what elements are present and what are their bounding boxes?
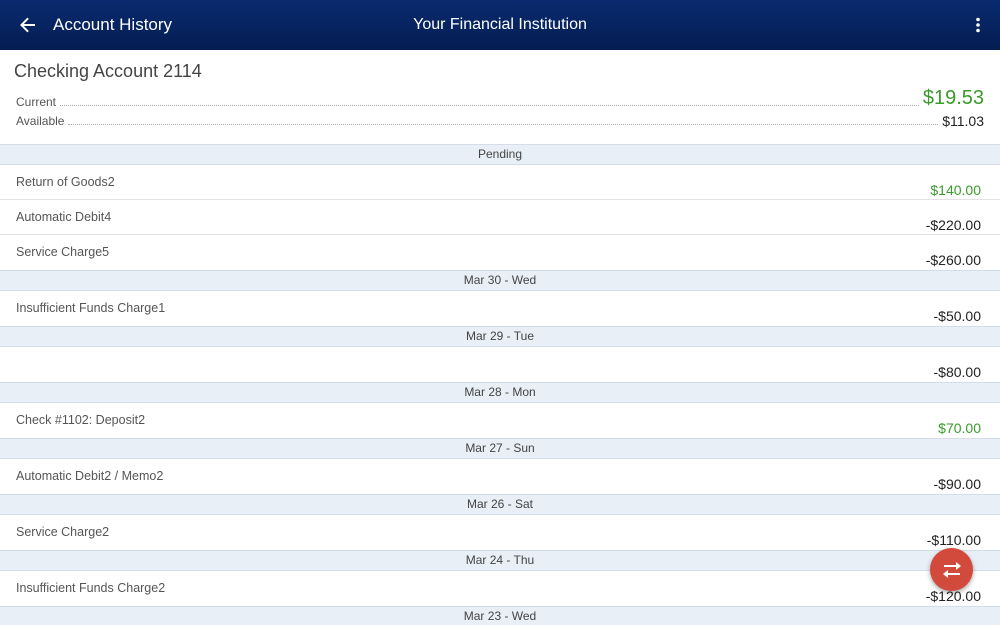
section-header: Mar 30 - Wed xyxy=(0,270,1000,291)
transfer-button[interactable] xyxy=(930,548,973,591)
transaction-row[interactable]: Automatic Debit2 / Memo2 -$90.00 xyxy=(0,459,1000,494)
transaction-amount: -$80.00 xyxy=(933,364,981,380)
transaction-amount: -$260.00 xyxy=(925,252,981,268)
available-balance: $11.03 xyxy=(942,113,984,129)
section-header: Mar 26 - Sat xyxy=(0,494,1000,515)
account-name: Checking Account 2114 xyxy=(14,61,202,81)
transaction-row[interactable]: Return of Goods2 $140.00 xyxy=(0,165,1000,200)
transaction-row[interactable]: Insufficient Funds Charge2 -$120.00 xyxy=(0,571,1000,606)
app-bar: Account History Your Financial Instituti… xyxy=(0,0,1000,50)
transaction-row[interactable]: Insufficient Funds Charge1 -$50.00 xyxy=(0,291,1000,326)
transaction-description: Check #1102: Deposit2 xyxy=(16,413,146,427)
more-vertical-icon xyxy=(976,17,980,33)
transaction-amount: -$90.00 xyxy=(933,476,981,492)
transaction-description: Insufficient Funds Charge1 xyxy=(16,301,166,315)
current-balance: $19.53 xyxy=(922,87,984,109)
transaction-amount: -$50.00 xyxy=(933,308,981,324)
transaction-row[interactable]: -$80.00 xyxy=(0,347,1000,382)
transaction-amount: $70.00 xyxy=(938,420,981,436)
section-header: Mar 24 - Thu xyxy=(0,550,1000,571)
transaction-description: Return of Goods2 xyxy=(16,175,115,189)
available-balance-row: Available $11.03 xyxy=(16,113,984,129)
section-header: Mar 23 - Wed xyxy=(0,606,1000,625)
transaction-description: Insufficient Funds Charge2 xyxy=(16,581,166,595)
transaction-row[interactable]: Service Charge5 -$260.00 xyxy=(0,235,1000,270)
arrow-left-icon xyxy=(20,17,35,33)
back-button[interactable] xyxy=(14,11,42,39)
more-options-button[interactable] xyxy=(964,11,992,39)
dotted-leader xyxy=(60,105,919,106)
section-header: Mar 28 - Mon xyxy=(0,382,1000,403)
transaction-row[interactable]: Service Charge2 -$110.00 xyxy=(0,515,1000,550)
transaction-description: Automatic Debit4 xyxy=(16,210,112,224)
transaction-description: Automatic Debit2 / Memo2 xyxy=(16,469,164,483)
transaction-list[interactable]: Pending Return of Goods2 $140.00 Automat… xyxy=(0,144,1000,625)
section-header: Mar 27 - Sun xyxy=(0,438,1000,459)
transaction-amount: -$220.00 xyxy=(925,217,981,233)
transaction-amount: $140.00 xyxy=(930,182,981,198)
available-label: Available xyxy=(16,114,65,128)
current-balance-row: Current $19.53 xyxy=(16,87,984,110)
transaction-amount: -$110.00 xyxy=(926,532,981,548)
transaction-description: Service Charge5 xyxy=(16,245,110,259)
transaction-row[interactable]: Check #1102: Deposit2 $70.00 xyxy=(0,403,1000,438)
section-header: Mar 29 - Tue xyxy=(0,326,1000,347)
dotted-leader xyxy=(68,124,939,125)
transaction-row[interactable]: Automatic Debit4 -$220.00 xyxy=(0,200,1000,235)
page-title: Account History xyxy=(53,15,173,34)
account-summary: Checking Account 2114 Current $19.53 Ava… xyxy=(0,50,1000,144)
section-header: Pending xyxy=(0,144,1000,165)
transfer-icon xyxy=(942,561,961,578)
current-label: Current xyxy=(16,95,57,109)
transaction-description: Service Charge2 xyxy=(16,525,110,539)
